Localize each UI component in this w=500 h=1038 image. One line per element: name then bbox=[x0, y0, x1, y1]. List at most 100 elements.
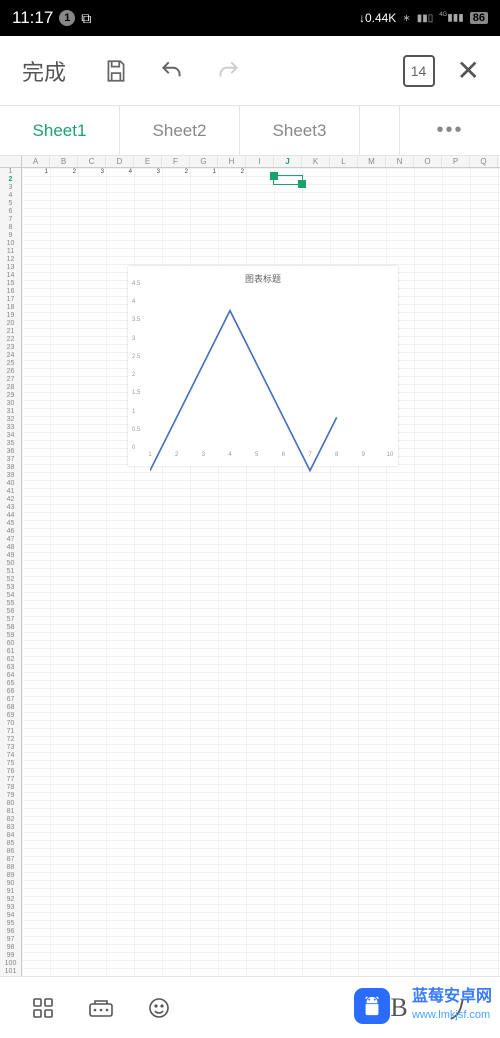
row-header[interactable]: 56 bbox=[0, 608, 21, 616]
row-header[interactable]: 78 bbox=[0, 784, 21, 792]
row-header[interactable]: 72 bbox=[0, 736, 21, 744]
row-header[interactable]: 17 bbox=[0, 296, 21, 304]
row-header[interactable]: 94 bbox=[0, 912, 21, 920]
row-header[interactable]: 55 bbox=[0, 600, 21, 608]
tab-sheet1[interactable]: Sheet1 bbox=[0, 106, 120, 155]
apps-icon[interactable] bbox=[14, 996, 72, 1020]
row-header[interactable]: 38 bbox=[0, 464, 21, 472]
row-header[interactable]: 21 bbox=[0, 328, 21, 336]
row-header[interactable]: 74 bbox=[0, 752, 21, 760]
row-header[interactable]: 18 bbox=[0, 304, 21, 312]
row-header[interactable]: 79 bbox=[0, 792, 21, 800]
row-header[interactable]: 34 bbox=[0, 432, 21, 440]
keyboard-icon[interactable] bbox=[72, 996, 130, 1020]
row-header[interactable]: 53 bbox=[0, 584, 21, 592]
row-header[interactable]: 25 bbox=[0, 360, 21, 368]
row-header[interactable]: 67 bbox=[0, 696, 21, 704]
row-header[interactable]: 71 bbox=[0, 728, 21, 736]
spreadsheet[interactable]: ABCDEFGHIJKLMNOPQ 1234567891011121314151… bbox=[0, 156, 500, 976]
cell[interactable]: 1 bbox=[22, 168, 50, 176]
cell[interactable]: 2 bbox=[162, 168, 190, 176]
more-tabs-button[interactable]: ••• bbox=[400, 106, 500, 155]
row-header[interactable]: 59 bbox=[0, 632, 21, 640]
row-header[interactable]: 64 bbox=[0, 672, 21, 680]
row-header[interactable]: 99 bbox=[0, 952, 21, 960]
row-header[interactable]: 8 bbox=[0, 224, 21, 232]
col-header-E[interactable]: E bbox=[134, 156, 162, 167]
row-header[interactable]: 68 bbox=[0, 704, 21, 712]
cell[interactable]: 1 bbox=[190, 168, 218, 176]
row-header[interactable]: 27 bbox=[0, 376, 21, 384]
calendar-button[interactable]: 14 bbox=[403, 55, 435, 87]
col-header-L[interactable]: L bbox=[330, 156, 358, 167]
col-header-K[interactable]: K bbox=[302, 156, 330, 167]
col-header-A[interactable]: A bbox=[22, 156, 50, 167]
col-header-O[interactable]: O bbox=[414, 156, 442, 167]
undo-icon[interactable] bbox=[144, 58, 200, 84]
row-header[interactable]: 22 bbox=[0, 336, 21, 344]
selection-handle[interactable] bbox=[298, 180, 306, 188]
row-header[interactable]: 6 bbox=[0, 208, 21, 216]
col-header-B[interactable]: B bbox=[50, 156, 78, 167]
row-header[interactable]: 65 bbox=[0, 680, 21, 688]
row-header[interactable]: 31 bbox=[0, 408, 21, 416]
row-header[interactable]: 91 bbox=[0, 888, 21, 896]
row-header[interactable]: 93 bbox=[0, 904, 21, 912]
row-header[interactable]: 4 bbox=[0, 192, 21, 200]
row-header[interactable]: 80 bbox=[0, 800, 21, 808]
cell[interactable]: 2 bbox=[50, 168, 78, 176]
add-sheet-button[interactable] bbox=[360, 106, 400, 155]
row-header[interactable]: 70 bbox=[0, 720, 21, 728]
row-header[interactable]: 16 bbox=[0, 288, 21, 296]
row-header[interactable]: 85 bbox=[0, 840, 21, 848]
row-header[interactable]: 36 bbox=[0, 448, 21, 456]
col-header-Q[interactable]: Q bbox=[470, 156, 498, 167]
row-header[interactable]: 92 bbox=[0, 896, 21, 904]
row-header[interactable]: 9 bbox=[0, 232, 21, 240]
row-header[interactable]: 61 bbox=[0, 648, 21, 656]
row-header[interactable]: 73 bbox=[0, 744, 21, 752]
row-header[interactable]: 76 bbox=[0, 768, 21, 776]
row-header[interactable]: 69 bbox=[0, 712, 21, 720]
row-header[interactable]: 52 bbox=[0, 576, 21, 584]
row-header[interactable]: 26 bbox=[0, 368, 21, 376]
row-header[interactable]: 90 bbox=[0, 880, 21, 888]
row-header[interactable]: 39 bbox=[0, 472, 21, 480]
row-header[interactable]: 20 bbox=[0, 320, 21, 328]
row-headers[interactable]: 1234567891011121314151617181920212223242… bbox=[0, 168, 22, 976]
row-header[interactable]: 87 bbox=[0, 856, 21, 864]
row-header[interactable]: 41 bbox=[0, 488, 21, 496]
row-header[interactable]: 23 bbox=[0, 344, 21, 352]
row-header[interactable]: 28 bbox=[0, 384, 21, 392]
row-header[interactable]: 58 bbox=[0, 624, 21, 632]
row-header[interactable]: 35 bbox=[0, 440, 21, 448]
row-header[interactable]: 45 bbox=[0, 520, 21, 528]
row-header[interactable]: 51 bbox=[0, 568, 21, 576]
row-header[interactable]: 13 bbox=[0, 264, 21, 272]
row-header[interactable]: 100 bbox=[0, 960, 21, 968]
row-header[interactable]: 54 bbox=[0, 592, 21, 600]
row-header[interactable]: 42 bbox=[0, 496, 21, 504]
row-header[interactable]: 40 bbox=[0, 480, 21, 488]
close-button[interactable]: ✕ bbox=[457, 54, 500, 87]
row-header[interactable]: 86 bbox=[0, 848, 21, 856]
tab-sheet2[interactable]: Sheet2 bbox=[120, 106, 240, 155]
row-header[interactable]: 75 bbox=[0, 760, 21, 768]
col-header-H[interactable]: H bbox=[218, 156, 246, 167]
selection-handle[interactable] bbox=[270, 172, 278, 180]
row-header[interactable]: 37 bbox=[0, 456, 21, 464]
row-header[interactable]: 62 bbox=[0, 656, 21, 664]
cell[interactable]: 4 bbox=[106, 168, 134, 176]
row-header[interactable]: 81 bbox=[0, 808, 21, 816]
row-header[interactable]: 88 bbox=[0, 864, 21, 872]
row-header[interactable]: 30 bbox=[0, 400, 21, 408]
row-header[interactable]: 82 bbox=[0, 816, 21, 824]
row-header[interactable]: 97 bbox=[0, 936, 21, 944]
row-header[interactable]: 84 bbox=[0, 832, 21, 840]
row-header[interactable]: 49 bbox=[0, 552, 21, 560]
row-header[interactable]: 57 bbox=[0, 616, 21, 624]
col-header-P[interactable]: P bbox=[442, 156, 470, 167]
row-header[interactable]: 47 bbox=[0, 536, 21, 544]
row-header[interactable]: 24 bbox=[0, 352, 21, 360]
row-header[interactable]: 5 bbox=[0, 200, 21, 208]
